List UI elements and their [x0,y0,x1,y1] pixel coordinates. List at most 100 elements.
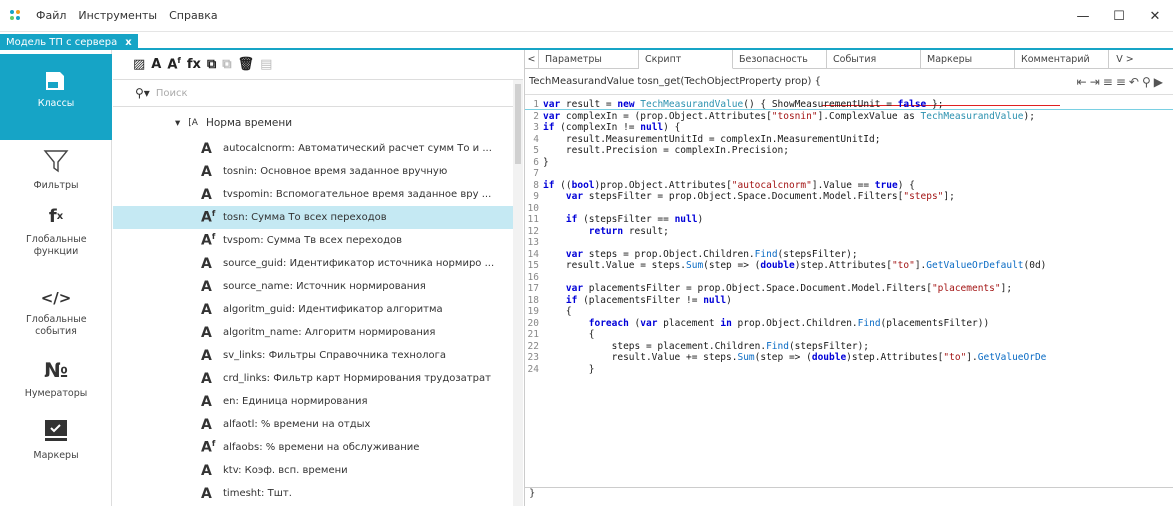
tab-comment[interactable]: Комментарий [1015,50,1109,69]
copy-button[interactable]: ⧉ [207,57,216,72]
search-input[interactable]: Поиск [156,88,188,99]
nav-markers[interactable]: Маркеры [0,418,112,462]
attribute-icon: A [201,324,212,341]
tree-scrollbar[interactable] [513,80,523,506]
menu-file[interactable]: Файл [30,9,72,22]
menu-help[interactable]: Справка [163,9,223,22]
search-bar[interactable]: ⚲▾ Поиск [113,79,523,107]
tab-security[interactable]: Безопасность [733,50,827,69]
editor-tools: ⇤⇥≡≡↶⚲▶ [1077,75,1166,89]
tree-item[interactable]: Asource_guid: Идентификатор источника но… [113,252,513,275]
properties-button[interactable]: ▤ [260,57,272,72]
tree-item[interactable]: Aalfaotl: % времени на отдых [113,413,513,436]
document-tab-label: Модель ТП с сервера [6,36,118,48]
tree-item[interactable]: Af tosn: Сумма То всех переходов [113,206,513,229]
tree-item-label: algoritm_guid: Идентификатор алгоритма [223,304,443,315]
tree-item[interactable]: Atosnin: Основное время заданное вручную [113,160,513,183]
tree-item[interactable]: Af tvspom: Сумма Тв всех переходов [113,229,513,252]
comment-icon[interactable]: ≡ [1103,75,1116,89]
close-tab-icon[interactable]: x [125,37,131,48]
delete-button[interactable]: 🗑 [238,57,255,72]
attribute-icon: A [201,140,212,157]
code-text: { [543,306,572,317]
code-text: var result = new TechMeasurandValue() { … [543,99,944,110]
close-window-button[interactable]: ✕ [1137,9,1173,24]
tree-item[interactable]: Atvspomin: Вспомогательное время заданно… [113,183,513,206]
tree-root-node[interactable]: ▾ [A Норма времени [175,117,292,129]
attribute-icon: A [201,163,212,180]
markers-icon [43,418,69,444]
tree-item[interactable]: Aalgoritm_name: Алгоритм нормирования [113,321,513,344]
code-line: 10 [525,203,543,214]
tab-markers[interactable]: Маркеры [921,50,1015,69]
tree-item-label: alfaobs: % времени на обслуживание [223,442,420,453]
attribute-button[interactable]: A [151,57,161,72]
tree-item[interactable]: Atimesht: Тшт. [113,482,513,505]
nav-classes[interactable]: Классы [0,54,112,140]
code-icon: </> [40,289,72,307]
menu-tools[interactable]: Инструменты [72,9,163,22]
tab-events[interactable]: События [827,50,921,69]
number-icon: № [43,358,69,382]
nav-filters[interactable]: Фильтры [0,148,112,192]
tree-item[interactable]: Aautocalcnorm: Автоматический расчет сум… [113,137,513,160]
attribute-icon: A [201,186,212,203]
undo-icon[interactable]: ↶ [1129,75,1142,89]
tab-parameters[interactable]: Параметры [539,50,639,69]
uncomment-icon[interactable]: ≡ [1116,75,1129,89]
tree-item[interactable]: Acrd_links: Фильтр карт Нормирования тру… [113,367,513,390]
code-line: 23 result.Value += steps.Sum(step => (do… [525,352,1047,363]
code-text: result.Precision = complexIn.Precision; [543,145,789,156]
menu-bar: Файл Инструменты Справка — ☐ ✕ [0,0,1173,32]
maximize-button[interactable]: ☐ [1101,9,1137,24]
tree-item[interactable]: Af alfaobs: % времени на обслуживание [113,436,513,459]
code-line: 8 if ((bool)prop.Object.Attributes["autoc… [525,180,915,191]
code-line: 3 if (complexIn != null) { [525,122,680,133]
search-icon[interactable]: ⚲▾ [135,86,150,100]
code-line: 11 if (stepsFilter == null) [525,214,704,225]
tab-script[interactable]: Скрипт [639,50,733,69]
code-line: 2 var complexIn = (prop.Object.Attributes… [525,111,1035,122]
paste-button[interactable]: ⧉ [222,57,231,72]
tree-item-label: ktv: Коэф. всп. времени [223,465,348,476]
tree-item[interactable]: Aktv: Коэф. всп. времени [113,459,513,482]
line-number: 14 [527,248,539,260]
minimize-button[interactable]: — [1065,9,1101,24]
tree-item[interactable]: Aen: Единица нормирования [113,390,513,413]
code-line: 5 result.Precision = complexIn.Precision… [525,145,789,156]
code-editor[interactable]: 1 var result = new TechMeasurandValue() {… [525,95,1173,487]
attribute-icon: A [201,416,212,433]
tree-item[interactable]: Aalgoritm_guid: Идентификатор алгоритма [113,298,513,321]
nav-numerators[interactable]: № Нумераторы [0,358,112,400]
line-number: 9 [533,191,539,202]
tree-item-label: timesht: Тшт. [223,488,292,499]
line-number: 8 [533,179,539,191]
line-number: 7 [533,168,539,179]
class-icon-button[interactable]: ▨ [133,57,145,72]
code-line: 7 [525,168,543,179]
expand-arrow-icon[interactable]: ▾ [175,117,180,129]
computed-attribute-icon: Af [201,439,216,456]
tabs-scroll-right-icon[interactable]: V > [1109,50,1141,69]
line-number: 10 [527,202,539,214]
outdent-icon[interactable]: ⇤ [1077,75,1090,89]
code-text: } [543,363,595,375]
tree-item-label: tvspomin: Вспомогательное время заданное… [223,189,492,200]
find-icon[interactable]: ⚲ [1142,75,1154,89]
nav-global-functions[interactable]: fx Глобальные функции [0,206,112,258]
tree-item[interactable]: Asource_name: Источник нормирования [113,275,513,298]
line-number: 1 [533,99,539,110]
indent-icon[interactable]: ⇥ [1090,75,1103,89]
tree-item-label: source_guid: Идентификатор источника нор… [223,258,495,269]
tabs-scroll-left-icon[interactable]: < [525,50,539,69]
run-icon[interactable]: ▶ [1154,75,1166,89]
code-line: 6} [525,157,548,168]
closing-brace: } [525,487,1173,506]
computed-attribute-button[interactable]: Af [167,56,181,72]
tree-item[interactable]: Asv_links: Фильтры Справочника технолога [113,344,513,367]
nav-global-events[interactable]: </> Глобальные события [0,288,112,338]
code-line: 15 result.Value = steps.Sum(step => (dou… [525,260,1047,271]
document-tab[interactable]: Модель ТП с сервера x [0,34,138,50]
function-button[interactable]: fx [187,57,201,72]
nav-classes-label: Классы [37,98,75,109]
